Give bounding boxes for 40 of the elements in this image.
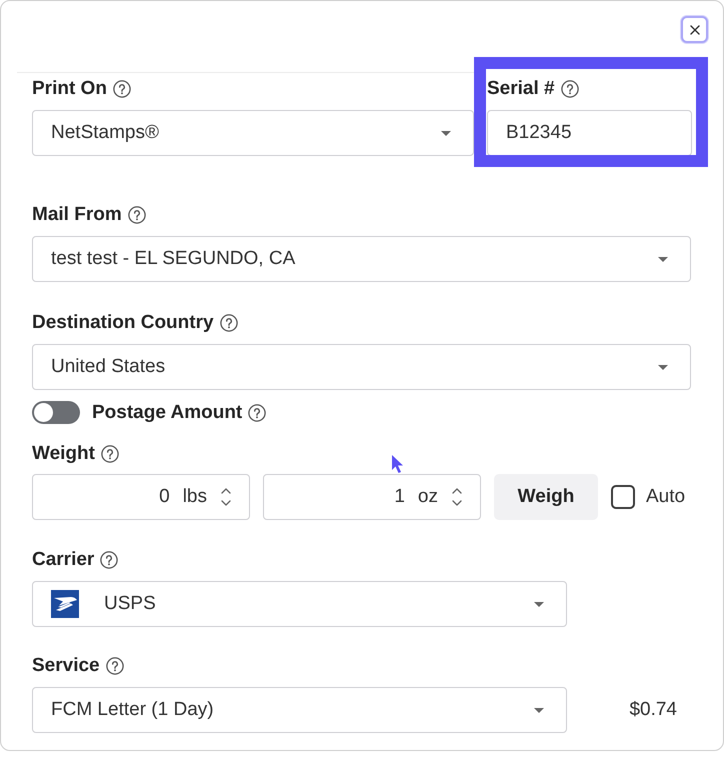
auto-checkbox[interactable] [611,485,635,509]
field-label: Weight [32,442,95,466]
price-text: $0.74 [629,699,677,721]
weigh-button[interactable]: Weigh [494,474,598,520]
carrier-select[interactable]: USPS [32,581,567,627]
help-icon[interactable] [128,206,146,224]
eagle-logo-icon [51,590,79,618]
caret-icon [658,364,668,370]
help-icon[interactable] [560,80,579,98]
help-icon[interactable] [106,657,124,675]
checkbox-label[interactable]: Auto [646,486,686,508]
field-label: Serial # [487,77,555,101]
field-label: Mail From [32,203,122,227]
caret-icon [658,256,668,262]
field-label: Service [32,654,100,678]
help-icon[interactable] [220,314,238,332]
up-down-chevron-icon[interactable] [451,486,463,508]
pounds-field[interactable]: 0 lbs [32,474,250,520]
caret-icon [441,130,451,136]
country-select[interactable]: United States [32,344,691,390]
field-label: Carrier [32,548,94,572]
service-select[interactable]: FCM Letter (1 Day) [32,687,567,733]
mouse-pointer-icon [391,454,404,474]
ounces-field[interactable]: 1 oz [263,474,481,520]
field-label: Print On [32,77,107,101]
help-icon[interactable] [248,404,266,422]
caret-icon [534,602,544,606]
mail-from-select[interactable]: test test - EL SEGUNDO, CA [32,236,691,282]
help-icon[interactable] [100,445,119,463]
print-on-select[interactable]: NetStamps® [32,110,474,156]
serial-input[interactable]: B12345 [487,110,692,156]
toggle-switch[interactable] [32,401,80,424]
close-button[interactable] [681,16,708,43]
help-icon[interactable] [112,80,131,98]
help-icon[interactable] [100,551,118,569]
field-label: Postage Amount [92,400,242,424]
caret-icon [534,708,544,712]
close-icon [690,24,700,34]
field-label: Destination Country [32,311,214,335]
up-down-chevron-icon[interactable] [220,486,232,508]
